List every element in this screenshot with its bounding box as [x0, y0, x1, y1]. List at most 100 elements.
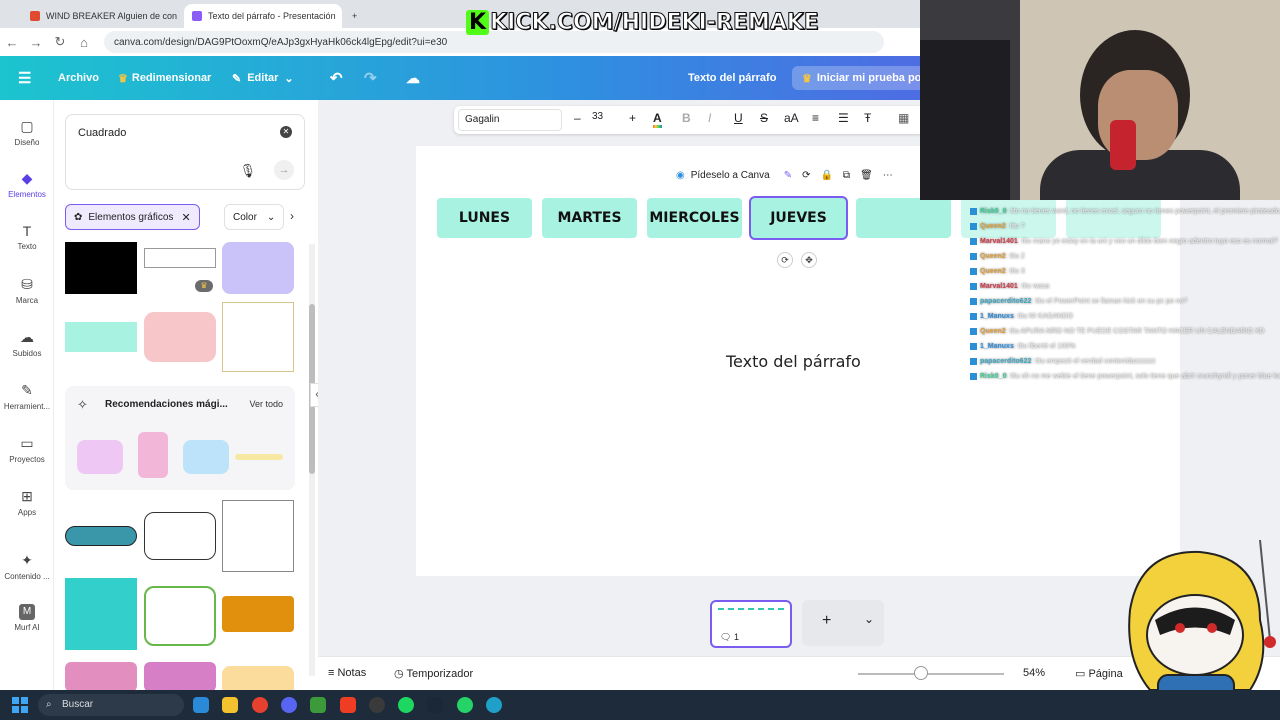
cloud-save-icon[interactable]: ☁	[406, 56, 420, 100]
paragraph-text[interactable]: Texto del párrafo	[726, 352, 861, 371]
undo-icon[interactable]: ↶	[330, 56, 343, 100]
lock-icon[interactable]: 🔒	[820, 170, 832, 181]
brave-icon[interactable]	[340, 697, 356, 713]
reco-shape-yellow[interactable]	[235, 454, 283, 460]
clear-icon[interactable]: ✕	[280, 126, 292, 138]
reco-shape-blue[interactable]	[183, 440, 229, 474]
reload-icon[interactable]: ↻	[48, 34, 72, 50]
rail-item-design[interactable]: ▢ Diseño	[0, 118, 54, 147]
bold-icon[interactable]: B	[682, 111, 691, 125]
shape-pink-torn[interactable]	[65, 662, 137, 690]
document-title[interactable]: Texto del párrafo	[688, 56, 776, 100]
panel-scrollbar[interactable]	[309, 244, 315, 676]
shape-outline-square[interactable]	[222, 500, 294, 572]
shape-black-square[interactable]	[65, 242, 137, 294]
strikethrough-icon[interactable]: S	[760, 111, 768, 125]
case-icon[interactable]: aA	[784, 111, 799, 125]
reco-shape-pink[interactable]	[77, 440, 123, 474]
file-explorer-icon[interactable]	[222, 697, 238, 713]
page-thumbnail[interactable]: 🗨 1	[710, 600, 792, 648]
zoom-level[interactable]: 54%	[1023, 667, 1045, 679]
rotate-handle-icon[interactable]: ⟳	[777, 252, 793, 268]
rail-item-elements[interactable]: ◆ Elementos	[0, 170, 54, 199]
shape-pink-rounded[interactable]	[144, 312, 216, 362]
shape-cyan-square[interactable]	[65, 578, 137, 650]
browser-tab-windbreaker[interactable]: WIND BREAKER Alguien de con ✕	[22, 4, 182, 28]
discord-icon[interactable]	[281, 697, 297, 713]
obs-icon[interactable]	[369, 697, 385, 713]
rail-item-murf[interactable]: M Murf AI	[0, 604, 54, 632]
close-icon[interactable]: ✕	[181, 211, 190, 224]
shape-orange-rectangle[interactable]	[222, 596, 294, 632]
shape-lavender-rounded[interactable]	[222, 242, 294, 294]
transparency-icon[interactable]: ▦	[898, 111, 909, 125]
notes-button[interactable]: ≡ Notas	[328, 667, 366, 679]
spotify-icon[interactable]	[398, 697, 414, 713]
arrow-right-icon[interactable]: →	[274, 160, 294, 180]
color-filter-dropdown[interactable]: Color ⌄	[224, 204, 285, 230]
shape-peach-rounded[interactable]	[222, 666, 294, 690]
rail-item-projects[interactable]: ▭ Proyectos	[0, 435, 54, 464]
menu-icon[interactable]: ☰	[18, 56, 31, 100]
italic-icon[interactable]: I	[708, 111, 711, 125]
start-trial-button[interactable]: ♛ Iniciar mi prueba por	[792, 66, 936, 90]
search-input[interactable]: Cuadrado ✕ 🎙 →	[65, 114, 305, 190]
add-page-button[interactable]: + ⌄	[802, 600, 884, 646]
rail-item-apps[interactable]: ⊞ Apps	[0, 488, 54, 517]
text-color-icon[interactable]: A	[653, 111, 662, 128]
file-menu[interactable]: Archivo	[58, 56, 99, 100]
browser-icon[interactable]	[486, 697, 502, 713]
whatsapp-icon[interactable]	[457, 697, 473, 713]
redo-icon[interactable]: ↷	[364, 56, 377, 100]
more-icon[interactable]: ⋯	[883, 170, 893, 181]
day-box-wednesday[interactable]: MIERCOLES	[647, 198, 742, 238]
steam-icon[interactable]	[427, 697, 443, 713]
filter-chip-graphics[interactable]: ✿ Elementos gráficos ✕	[65, 204, 200, 230]
minecraft-icon[interactable]	[310, 697, 326, 713]
font-size-input[interactable]: 33	[592, 111, 603, 122]
resize-button[interactable]: ♛ Redimensionar	[118, 56, 211, 100]
chevron-right-icon[interactable]: ›	[290, 209, 294, 223]
rotate-icon[interactable]: ⟳	[802, 170, 810, 181]
shape-magenta-scribble[interactable]	[144, 662, 216, 690]
magic-edit-icon[interactable]: ✎	[784, 170, 792, 181]
day-box-monday[interactable]: LUNES	[437, 198, 532, 238]
timer-button[interactable]: ◷ Temporizador	[394, 667, 473, 680]
list-icon[interactable]: ☰	[838, 111, 849, 125]
align-center-icon[interactable]: ≡	[812, 111, 819, 125]
new-tab-button[interactable]: +	[344, 4, 364, 28]
home-icon[interactable]: ⌂	[72, 35, 96, 50]
chrome-icon[interactable]	[252, 697, 268, 713]
spacing-icon[interactable]: Ŧ	[864, 111, 871, 125]
day-box-thursday[interactable]: JUEVES	[749, 196, 848, 240]
forward-icon[interactable]: →	[24, 35, 48, 50]
windows-start-icon[interactable]	[12, 697, 28, 713]
increase-size-button[interactable]: +	[629, 111, 636, 125]
shape-teal-pill[interactable]	[65, 526, 137, 546]
decrease-size-button[interactable]: –	[574, 111, 581, 125]
zoom-slider[interactable]	[858, 673, 1004, 675]
microphone-icon[interactable]: 🎙	[239, 163, 256, 179]
chevron-down-icon[interactable]: ⌄	[864, 612, 874, 626]
move-handle-icon[interactable]: ✥	[801, 252, 817, 268]
shape-green-outline-rounded[interactable]	[144, 586, 216, 646]
font-family-dropdown[interactable]: Gagalin	[458, 109, 562, 131]
shape-outline-rounded[interactable]	[144, 512, 216, 560]
day-box-friday[interactable]	[856, 198, 951, 238]
rail-item-uploads[interactable]: ☁ Subidos	[0, 329, 54, 358]
edit-menu[interactable]: ✎ Editar ⌄	[232, 56, 294, 100]
zoom-slider-knob[interactable]	[914, 666, 928, 680]
back-icon[interactable]: ←	[0, 35, 24, 50]
reco-shape-rose[interactable]	[138, 432, 168, 478]
canva-ai-prompt[interactable]: Pídeselo a Canva	[691, 170, 770, 181]
shape-gold-frame[interactable]	[222, 302, 294, 372]
underline-icon[interactable]: U	[734, 111, 743, 125]
rail-item-text[interactable]: T Texto	[0, 223, 54, 251]
day-box-tuesday[interactable]: MARTES	[542, 198, 637, 238]
duplicate-icon[interactable]: ⧉	[843, 170, 850, 181]
rail-item-tools[interactable]: ✎ Herramient...	[0, 382, 54, 411]
taskbar-search[interactable]: ⌕ Buscar	[38, 694, 184, 716]
rail-item-brand[interactable]: ⛁ Marca	[0, 276, 54, 305]
task-view-icon[interactable]	[193, 697, 209, 713]
shape-outline-rectangle[interactable]	[144, 248, 216, 268]
